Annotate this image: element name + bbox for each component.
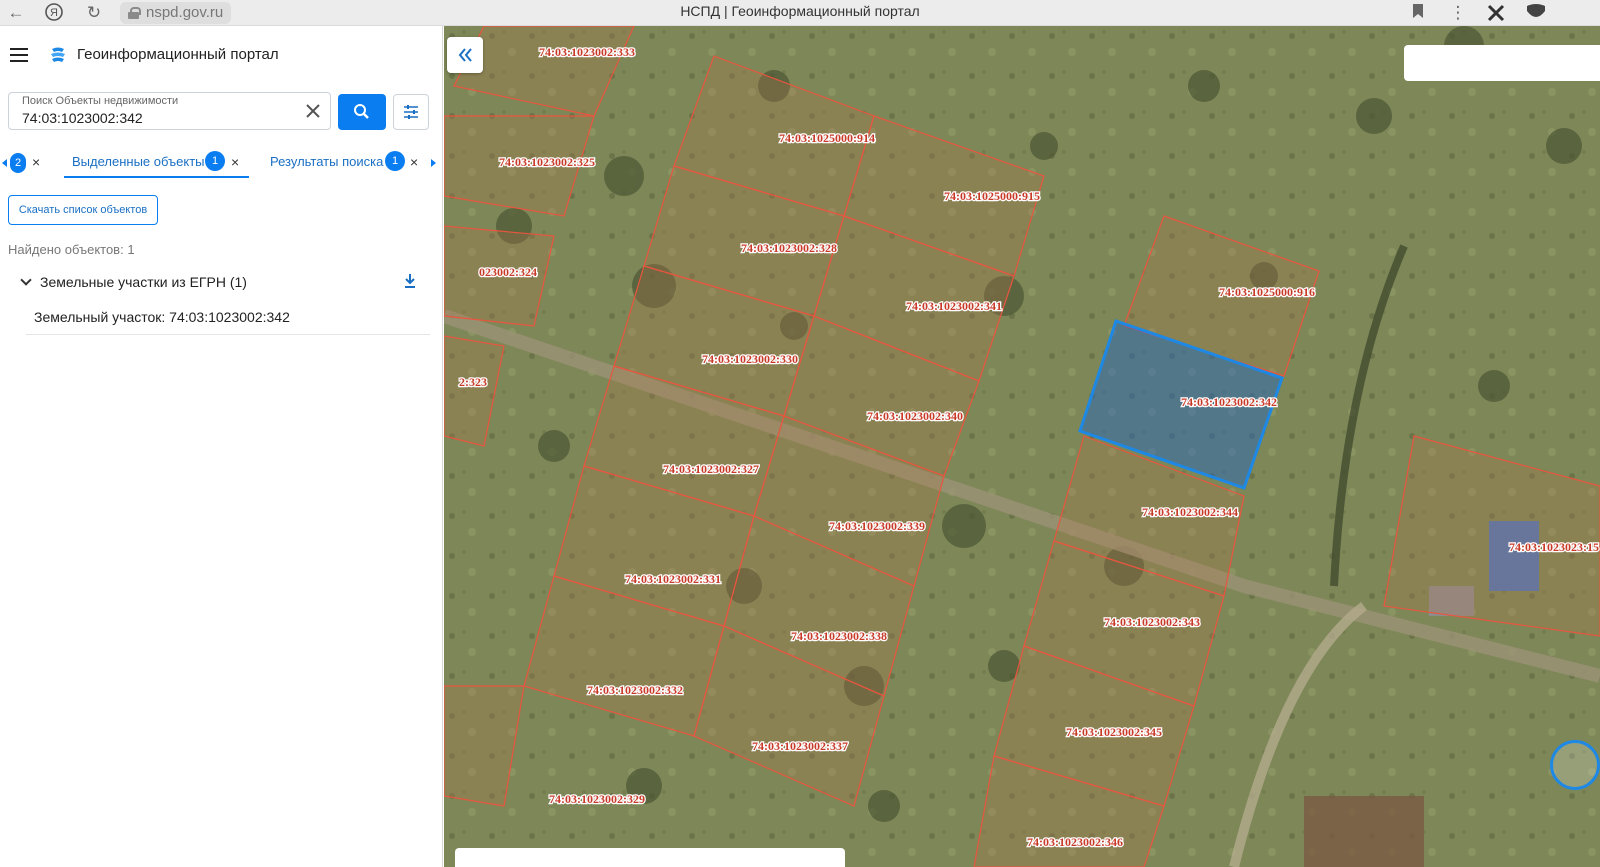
- parcel-label: 74:03:1023002:339: [829, 519, 925, 533]
- menu-dots-icon[interactable]: ⋮: [1448, 3, 1468, 23]
- bookmark-icon[interactable]: [1408, 3, 1428, 23]
- parcel-label: 74:03:1023002:333: [539, 45, 635, 59]
- clear-icon[interactable]: [304, 102, 322, 120]
- parcel-label: 74:03:1023002:342: [1181, 395, 1277, 409]
- map-view[interactable]: 74:03:1023002:333 74:03:1025000:914 74:03:…: [444, 26, 1600, 867]
- parcel-label: 74:03:1023002:325: [499, 155, 595, 169]
- parcel-label: 74:03:1023002:337: [752, 739, 848, 753]
- list-item-label: Земельный участок: 74:03:1023002:342: [34, 309, 290, 325]
- map-overlay-panel[interactable]: [1404, 45, 1600, 81]
- browser-title: НСПД | Геоинформационный портал: [680, 3, 920, 19]
- chevron-down-icon[interactable]: [20, 274, 32, 286]
- side-panel: Геоинформационный портал Поиск Объекты н…: [0, 26, 443, 867]
- browser-toolbar: ← Я ↻ nspd.gov.ru НСПД | Геоинформационн…: [0, 0, 1600, 26]
- tab-badge: 2: [10, 153, 26, 173]
- portal-logo-icon: [49, 46, 67, 64]
- tabs-scroll-left-icon[interactable]: [2, 159, 7, 167]
- tabs-scroll-right-icon[interactable]: [431, 159, 436, 167]
- tab-badge: 1: [385, 151, 405, 171]
- parcel-label: 74:03:1023023:15: [1509, 540, 1599, 554]
- parcel-label: 023002:324: [479, 265, 537, 279]
- close-tab-icon[interactable]: ×: [231, 152, 239, 172]
- group-label: Земельные участки из ЕГРН (1): [40, 274, 247, 290]
- close-tab-icon[interactable]: ×: [410, 152, 418, 172]
- list-item[interactable]: Земельный участок: 74:03:1023002:342: [26, 305, 430, 335]
- parcel-label: 74:03:1025000:916: [1219, 285, 1315, 299]
- map-bottom-panel[interactable]: [455, 848, 845, 867]
- tab-bar: 2 × Выделенные объекты 1 × Результаты по…: [0, 148, 443, 180]
- svg-text:Я: Я: [50, 7, 58, 19]
- back-icon[interactable]: ←: [6, 3, 26, 23]
- building: [1304, 796, 1424, 867]
- tab-badge: 1: [205, 151, 225, 171]
- parcel-label: 74:03:1023002:332: [587, 683, 683, 697]
- parcel-label: 74:03:1023002:346: [1027, 835, 1123, 849]
- parcel-label: 74:03:1023002:341: [906, 299, 1002, 313]
- app-title: Геоинформационный портал: [77, 46, 279, 63]
- parcel-label: 74:03:1023002:345: [1066, 725, 1162, 739]
- shield-icon[interactable]: [1526, 3, 1546, 23]
- extension-icon[interactable]: [1486, 3, 1506, 23]
- address-url: nspd.gov.ru: [146, 4, 224, 21]
- parcel-label: 74:03:1023002:327: [663, 462, 759, 476]
- map-locate-button[interactable]: [1550, 740, 1600, 790]
- search-field[interactable]: Поиск Объекты недвижимости: [8, 92, 331, 130]
- parcel-label: 74:03:1025000:915: [944, 189, 1040, 203]
- search-label: Поиск Объекты недвижимости: [22, 95, 179, 107]
- double-chevron-left-icon: [458, 48, 472, 62]
- filter-button[interactable]: [393, 94, 429, 130]
- address-bar[interactable]: nspd.gov.ru: [120, 2, 232, 24]
- parcel-label: 74:03:1023002:343: [1104, 615, 1200, 629]
- search-input[interactable]: [22, 109, 292, 127]
- parcel-label: 74:03:1023002:328: [741, 241, 837, 255]
- tab-search-results[interactable]: Результаты поиска 1 ×: [262, 151, 427, 178]
- parcel-label: 74:03:1023002:331: [625, 572, 721, 586]
- tab-selected-objects[interactable]: Выделенные объекты 1 ×: [64, 151, 249, 178]
- parcel-label: 74:03:1023002:338: [791, 629, 887, 643]
- result-group[interactable]: Земельные участки из ЕГРН (1): [18, 272, 430, 294]
- found-count: Найдено объектов: 1: [8, 242, 135, 257]
- lock-icon: [128, 7, 141, 19]
- parcel-label: 74:03:1023002:340: [867, 409, 963, 423]
- download-list-button[interactable]: Скачать список объектов: [8, 195, 158, 225]
- parcel-label: 74:03:1025000:914: [779, 131, 875, 145]
- collapse-panel-button[interactable]: [447, 37, 483, 73]
- parcel-label: 74:03:1023002:330: [702, 352, 798, 366]
- search-button[interactable]: [338, 94, 386, 130]
- tab-label: Выделенные объекты: [72, 154, 205, 169]
- close-tab-icon[interactable]: ×: [32, 152, 40, 172]
- download-icon[interactable]: [402, 272, 418, 290]
- filter-sliders-icon: [404, 105, 418, 119]
- reload-icon[interactable]: ↻: [84, 3, 104, 23]
- menu-icon[interactable]: [10, 48, 28, 62]
- tab-previous[interactable]: 2 ×: [10, 152, 40, 178]
- parcel-label: 74:03:1023002:329: [549, 792, 645, 806]
- search-icon: [354, 104, 369, 119]
- yandex-icon[interactable]: Я: [44, 3, 64, 23]
- tab-label: Результаты поиска: [270, 154, 384, 169]
- parcel-label: 2:323: [459, 375, 487, 389]
- map-canvas[interactable]: 74:03:1023002:333 74:03:1025000:914 74:03:…: [444, 26, 1600, 867]
- parcel-label: 74:03:1023002:344: [1142, 505, 1238, 519]
